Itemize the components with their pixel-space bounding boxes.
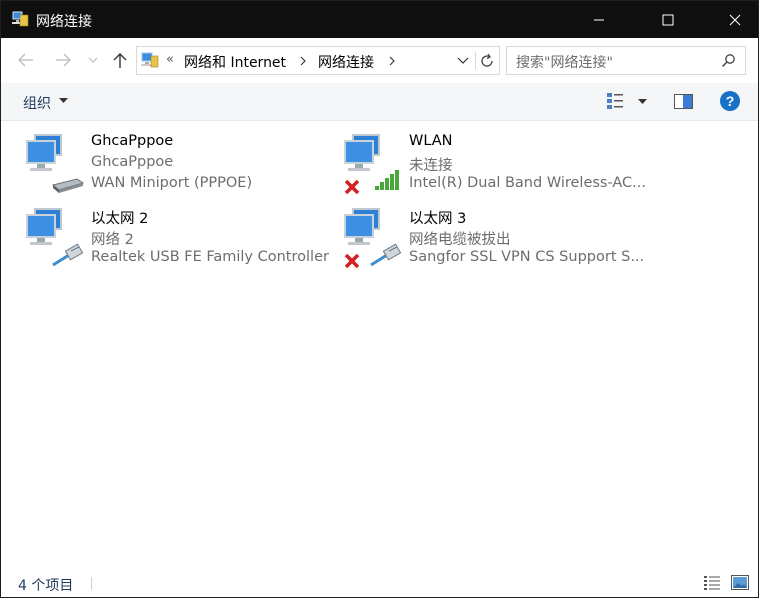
computers-icon	[344, 134, 380, 171]
computers-icon	[26, 208, 62, 245]
help-button[interactable]: ?	[720, 91, 740, 111]
arrow-right-icon	[56, 53, 71, 67]
connection-device: WAN Miniport (PPPOE)	[91, 175, 253, 191]
connection-device: Realtek USB FE Family Controller	[91, 249, 329, 265]
preview-pane-icon[interactable]	[674, 94, 693, 109]
network-connections-icon	[12, 11, 29, 27]
connection-name: WLAN	[409, 133, 453, 149]
computers-icon	[26, 134, 62, 171]
connections-view: GhcaPppoe GhcaPppoe WAN Miniport (PPPOE)	[1, 121, 758, 569]
search-placeholder: 搜索"网络连接"	[516, 55, 613, 71]
close-button[interactable]	[712, 1, 758, 38]
connection-item[interactable]: 以太网 2 网络 2 Realtek USB FE Family Control…	[25, 205, 335, 275]
network-connections-icon	[141, 52, 159, 68]
connection-item[interactable]: 以太网 3 网络电缆被拔出 Sangfor SSL VPN CS Support…	[343, 205, 653, 275]
connection-status: 未连接	[409, 158, 453, 174]
title-bar[interactable]: 网络连接	[1, 1, 758, 38]
breadcrumb-overflow[interactable]: «	[166, 52, 174, 67]
breadcrumb-network-internet[interactable]: 网络和 Internet	[184, 52, 286, 72]
chevron-right-icon[interactable]	[389, 56, 395, 66]
connection-status: GhcaPppoe	[91, 154, 174, 170]
up-button[interactable]	[110, 50, 130, 70]
wifi-signal-icon	[375, 170, 399, 190]
breadcrumb-network-connections[interactable]: 网络连接	[318, 52, 374, 72]
caret-down-icon[interactable]	[59, 98, 68, 104]
network-adapter-icon	[344, 134, 399, 195]
command-bar: 组织 ?	[1, 83, 758, 121]
navigation-bar: « 网络和 Internet 网络连接 搜索"网络连接"	[1, 38, 758, 83]
item-count: 4 个项目	[18, 578, 74, 594]
computers-icon	[344, 208, 380, 245]
disconnected-x-icon	[344, 179, 360, 195]
connection-device: Sangfor SSL VPN CS Support S...	[409, 249, 645, 265]
connection-status: 网络电缆被拔出	[409, 232, 511, 248]
network-adapter-icon	[344, 208, 402, 269]
status-bar: 4 个项目	[1, 569, 758, 597]
recent-locations-button[interactable]	[85, 50, 101, 70]
disconnected-x-icon	[344, 253, 360, 269]
status-divider	[91, 577, 92, 590]
connection-name: 以太网 2	[91, 211, 149, 227]
change-view-icon[interactable]	[606, 92, 626, 110]
details-view-icon[interactable]	[703, 575, 721, 590]
window-title: 网络连接	[36, 14, 92, 30]
arrow-up-icon	[113, 53, 127, 68]
modem-icon	[51, 178, 85, 193]
network-adapter-icon	[26, 208, 84, 267]
caret-down-icon[interactable]	[638, 99, 647, 105]
address-bar[interactable]: « 网络和 Internet 网络连接	[136, 46, 500, 75]
ethernet-cable-icon	[52, 243, 84, 267]
forward-button[interactable]	[53, 50, 73, 70]
search-icon[interactable]	[721, 53, 736, 68]
connection-item[interactable]: WLAN 未连接 Intel(R) Dual Band Wireless-AC.…	[343, 131, 653, 201]
connection-item[interactable]: GhcaPppoe GhcaPppoe WAN Miniport (PPPOE)	[25, 131, 335, 201]
connection-device: Intel(R) Dual Band Wireless-AC...	[409, 175, 647, 191]
network-adapter-icon	[26, 134, 85, 193]
close-icon	[729, 14, 741, 25]
ethernet-cable-icon	[370, 243, 402, 267]
connection-name: 以太网 3	[409, 211, 467, 227]
connection-status: 网络 2	[91, 232, 134, 248]
maximize-button[interactable]	[645, 1, 691, 38]
address-history-chevron-icon[interactable]	[456, 54, 470, 68]
chevron-right-icon[interactable]	[300, 56, 306, 66]
minimize-button[interactable]	[576, 1, 622, 38]
search-input[interactable]: 搜索"网络连接"	[506, 46, 746, 75]
chevron-down-icon	[88, 57, 98, 63]
organize-menu[interactable]: 组织	[23, 93, 51, 113]
back-button[interactable]	[16, 50, 36, 70]
large-icons-view-icon[interactable]	[731, 575, 749, 590]
connection-name: GhcaPppoe	[91, 133, 174, 149]
explorer-window: 网络连接 « 网络和 Internet 网络连接 搜索"网络连接" 组织 ? G…	[0, 0, 759, 598]
refresh-icon[interactable]	[475, 52, 496, 70]
arrow-left-icon	[18, 53, 33, 67]
minimize-icon	[594, 19, 604, 20]
maximize-icon	[662, 14, 674, 25]
